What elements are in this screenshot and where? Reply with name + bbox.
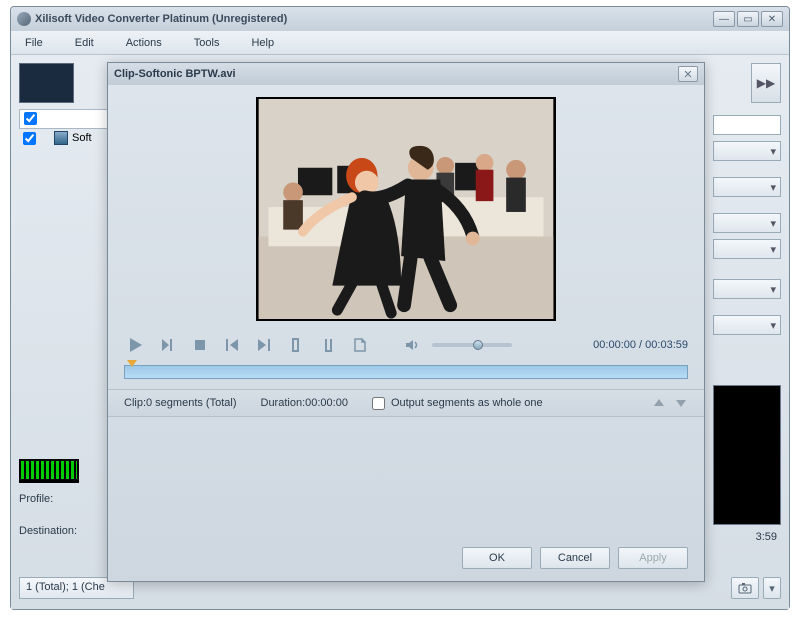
next-button[interactable]: ▶▶	[751, 63, 781, 103]
dialog-title: Clip-Softonic BPTW.avi	[114, 68, 678, 80]
output-whole-text: Output segments as whole one	[391, 397, 543, 409]
menu-help[interactable]: Help	[245, 35, 280, 51]
dialog-close-button[interactable]: ✕	[678, 66, 698, 82]
volume-slider[interactable]	[432, 343, 512, 347]
timeline[interactable]	[124, 365, 688, 379]
file-row[interactable]: Soft	[23, 131, 92, 145]
volume-button[interactable]	[400, 333, 424, 357]
menu-edit[interactable]: Edit	[69, 35, 100, 51]
main-titlebar[interactable]: Xilisoft Video Converter Platinum (Unreg…	[11, 7, 789, 31]
prop-dropdown-1[interactable]: ▾	[713, 141, 781, 161]
new-clip-button[interactable]	[348, 333, 372, 357]
dialog-titlebar[interactable]: Clip-Softonic BPTW.avi ✕	[108, 63, 704, 85]
close-button[interactable]: ✕	[761, 11, 783, 27]
prop-dropdown-6[interactable]: ▾	[713, 315, 781, 335]
output-whole-checkbox[interactable]	[372, 397, 385, 410]
file-checkbox[interactable]	[23, 132, 36, 145]
menu-file[interactable]: File	[19, 35, 49, 51]
clip-info-row: Clip:0 segments (Total) Duration:00:00:0…	[108, 389, 704, 417]
move-down-button[interactable]	[674, 396, 688, 410]
clip-dialog: Clip-Softonic BPTW.avi ✕	[107, 62, 705, 582]
snapshot-menu-button[interactable]: ▾	[763, 577, 781, 599]
timeline-marker-icon[interactable]	[127, 360, 137, 367]
file-name: Soft	[72, 132, 92, 144]
time-display: 00:00:00 / 00:03:59	[593, 339, 688, 351]
prop-dropdown-2[interactable]: ▾	[713, 177, 781, 197]
audio-waveform	[19, 459, 79, 483]
minimize-button[interactable]: —	[713, 11, 735, 27]
next-button[interactable]	[252, 333, 276, 357]
preview-duration: 3:59	[756, 531, 777, 543]
snapshot-button[interactable]	[731, 577, 759, 599]
thumbnail[interactable]	[19, 63, 74, 103]
maximize-button[interactable]: ▭	[737, 11, 759, 27]
destination-label: Destination:	[19, 525, 77, 537]
stop-button[interactable]	[188, 333, 212, 357]
cancel-button[interactable]: Cancel	[540, 547, 610, 569]
playback-controls: 00:00:00 / 00:03:59	[108, 321, 704, 361]
ok-button[interactable]: OK	[462, 547, 532, 569]
time-current: 00:00:00	[593, 339, 636, 351]
filelist-header	[19, 109, 114, 129]
clip-duration-label: Duration:00:00:00	[261, 397, 348, 409]
prop-dropdown-3[interactable]: ▾	[713, 213, 781, 233]
video-file-icon	[54, 131, 68, 145]
set-start-button[interactable]	[284, 333, 308, 357]
menu-actions[interactable]: Actions	[120, 35, 168, 51]
menubar: File Edit Actions Tools Help	[11, 31, 789, 55]
output-whole-checkbox-label[interactable]: Output segments as whole one	[372, 397, 543, 410]
prop-dropdown-4[interactable]: ▾	[713, 239, 781, 259]
next-frame-button[interactable]	[156, 333, 180, 357]
clip-segments-label: Clip:0 segments (Total)	[124, 397, 237, 409]
profile-label: Profile:	[19, 493, 53, 505]
preview-panel	[713, 385, 781, 525]
menu-tools[interactable]: Tools	[188, 35, 226, 51]
select-all-checkbox[interactable]	[24, 112, 37, 125]
video-frame-image	[258, 99, 554, 319]
prop-dropdown-5[interactable]: ▾	[713, 279, 781, 299]
play-button[interactable]	[124, 333, 148, 357]
prop-input-1[interactable]	[713, 115, 781, 135]
set-end-button[interactable]	[316, 333, 340, 357]
app-title: Xilisoft Video Converter Platinum (Unreg…	[35, 13, 713, 25]
dialog-buttons: OK Cancel Apply	[462, 547, 688, 569]
move-up-button[interactable]	[652, 396, 666, 410]
apply-button: Apply	[618, 547, 688, 569]
time-total: 00:03:59	[645, 339, 688, 351]
prev-button[interactable]	[220, 333, 244, 357]
video-preview[interactable]	[256, 97, 556, 321]
app-logo-icon	[17, 12, 31, 26]
